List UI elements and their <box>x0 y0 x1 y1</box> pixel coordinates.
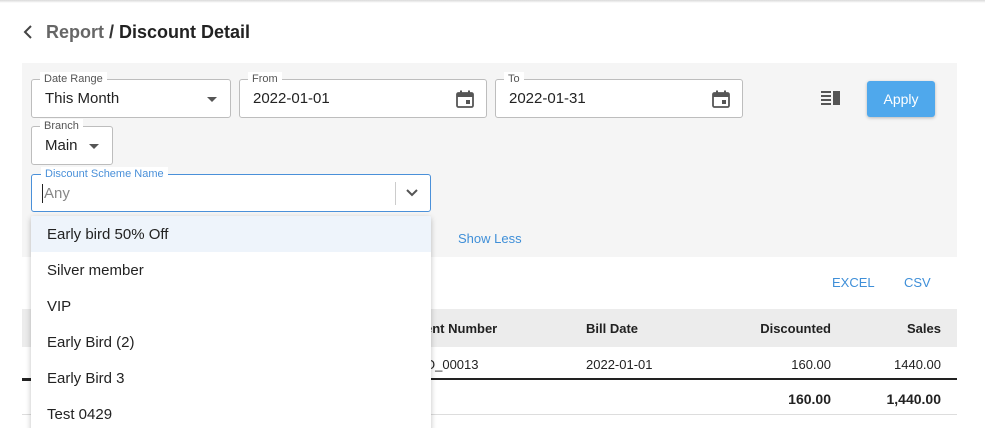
discount-scheme-dropdown: Early bird 50% Off Silver member VIP Ear… <box>31 216 431 428</box>
branch-label: Branch <box>40 119 83 133</box>
calendar-icon[interactable] <box>455 89 475 109</box>
back-button[interactable] <box>22 21 36 43</box>
branch-value: Main <box>45 137 78 154</box>
top-shadow <box>0 0 985 3</box>
view-columns-icon[interactable] <box>821 90 841 106</box>
calendar-icon[interactable] <box>711 89 731 109</box>
dropdown-option[interactable]: VIP <box>31 288 431 324</box>
caret-down-icon <box>207 97 217 102</box>
column-header-discounted[interactable]: Discounted <box>760 321 831 336</box>
show-less-link[interactable]: Show Less <box>458 231 522 246</box>
date-range-label: Date Range <box>40 72 107 86</box>
apply-button[interactable]: Apply <box>867 81 935 117</box>
from-label: From <box>248 72 282 86</box>
total-discounted: 160.00 <box>788 391 831 407</box>
cell-document-number: O_00013 <box>425 357 479 372</box>
cell-discounted: 160.00 <box>791 357 831 372</box>
select-divider <box>395 182 396 205</box>
title-bar: Report / Discount Detail <box>22 20 250 44</box>
discount-scheme-select[interactable]: Discount Scheme Name Any <box>31 167 431 212</box>
from-date-field[interactable]: From 2022-01-01 <box>239 72 487 118</box>
dropdown-option[interactable]: Early bird 50% Off <box>31 216 431 252</box>
caret-down-icon <box>89 144 99 149</box>
page: Report / Discount Detail Date Range This… <box>0 0 985 428</box>
breadcrumb-report[interactable]: Report <box>46 22 104 42</box>
column-header-bill-date[interactable]: Bill Date <box>586 321 638 336</box>
to-date-field[interactable]: To 2022-01-31 <box>495 72 743 118</box>
breadcrumb-separator: / <box>104 21 120 42</box>
export-csv-link[interactable]: CSV <box>904 275 931 290</box>
export-excel-link[interactable]: EXCEL <box>832 275 875 290</box>
date-range-value: This Month <box>45 90 120 107</box>
dropdown-option[interactable]: Test 0429 <box>31 396 431 428</box>
to-value: 2022-01-31 <box>509 90 586 107</box>
to-label: To <box>504 72 524 86</box>
dropdown-option[interactable]: Early Bird 3 <box>31 360 431 396</box>
column-header-document-number[interactable]: ent Number <box>425 321 497 336</box>
from-value: 2022-01-01 <box>253 90 330 107</box>
dropdown-option[interactable]: Silver member <box>31 252 431 288</box>
page-title-text: Discount Detail <box>119 21 251 42</box>
total-sales: 1,440.00 <box>886 391 942 407</box>
column-header-sales[interactable]: Sales <box>907 321 941 336</box>
cell-sales: 1440.00 <box>894 357 941 372</box>
date-range-select[interactable]: Date Range This Month <box>31 72 231 118</box>
page-title: Report / Discount Detail <box>46 22 250 43</box>
branch-select[interactable]: Branch Main <box>31 119 113 165</box>
dropdown-option[interactable]: Early Bird (2) <box>31 324 431 360</box>
chevron-down-icon[interactable] <box>405 187 419 199</box>
chevron-left-icon <box>23 25 32 39</box>
cell-bill-date: 2022-01-01 <box>586 357 653 372</box>
discount-scheme-input[interactable]: Any <box>42 184 70 203</box>
discount-scheme-label: Discount Scheme Name <box>41 167 168 181</box>
